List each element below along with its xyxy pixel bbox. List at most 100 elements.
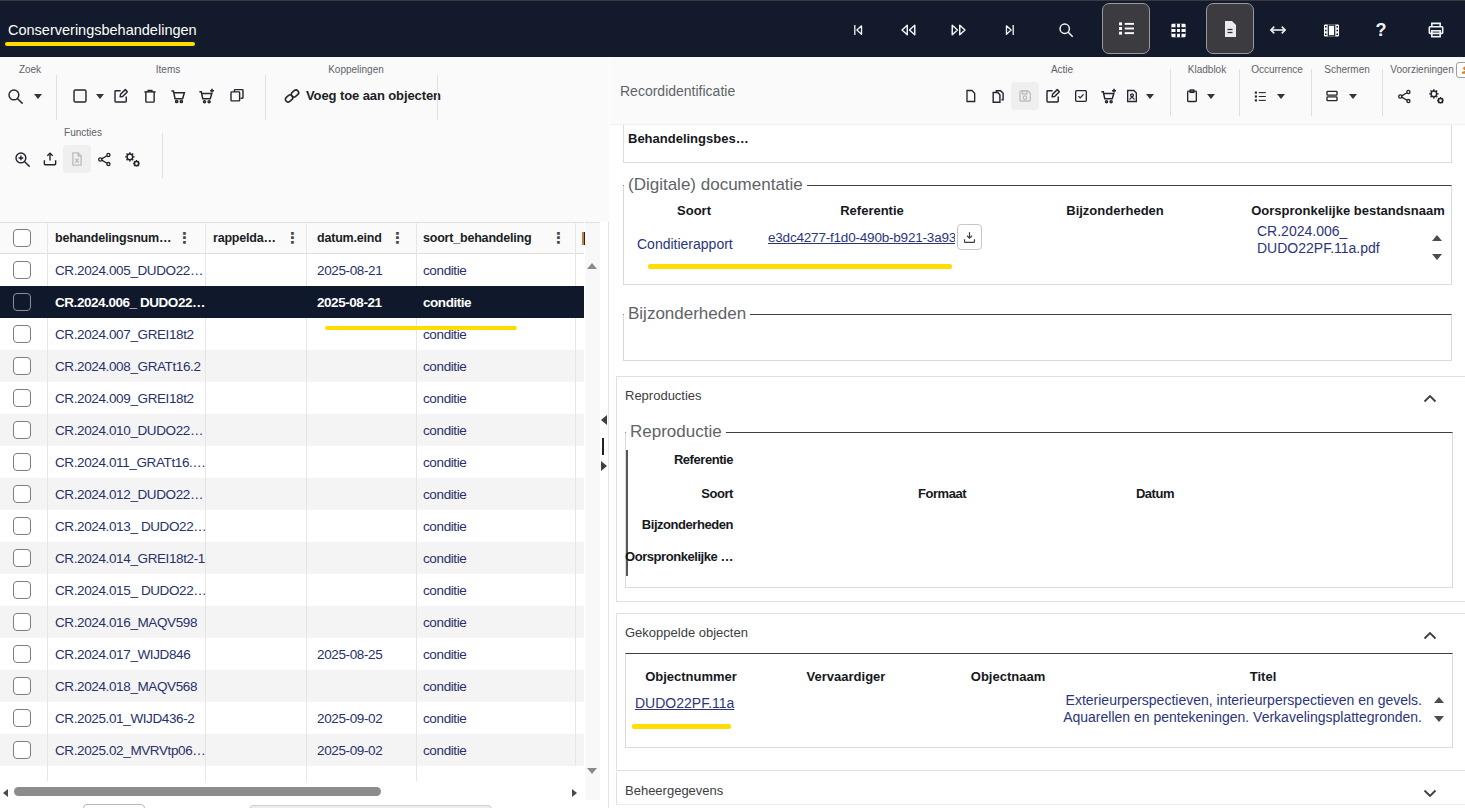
cell-datum-eind[interactable] (306, 318, 416, 350)
cell-soort-behandeling[interactable]: conditie (416, 510, 575, 542)
share-button[interactable] (90, 145, 118, 173)
cell-rappeldatum[interactable] (205, 382, 306, 414)
column-header-soort-behandeling[interactable]: soort_behandeling⋮ (416, 223, 575, 253)
cell-datum-eind[interactable] (306, 382, 416, 414)
table-row[interactable]: CR.2024.007_GREI18t2 conditie (0, 318, 584, 350)
row-checkbox[interactable] (13, 421, 31, 439)
column-menu-icon[interactable]: ⋮ (177, 231, 192, 246)
occurrence-down-arrow[interactable] (1432, 254, 1442, 260)
cell-soort-behandeling[interactable]: conditie (416, 446, 575, 478)
zoom-in-button[interactable] (8, 145, 36, 173)
cell-soort-behandeling[interactable]: conditie (416, 542, 575, 574)
table-row[interactable]: CR.2024.013_ DUDO22… conditie (0, 510, 584, 542)
table-row[interactable]: CR.2024.009_GREI18t2 conditie (0, 382, 584, 414)
cell-datum-eind[interactable]: 2025-09-02 (306, 702, 416, 734)
chevron-up-icon[interactable] (1423, 389, 1437, 407)
doc-value-soort[interactable]: Conditierapport (637, 236, 733, 252)
cell-rappeldatum[interactable] (205, 286, 306, 318)
search-options-dropdown[interactable] (24, 82, 52, 110)
cell-rappeldatum[interactable] (205, 734, 306, 766)
occurrence-up-arrow[interactable] (1434, 697, 1444, 703)
table-view-button[interactable] (1155, 7, 1201, 53)
column-menu-icon[interactable]: ⋮ (285, 231, 300, 246)
skip-first-record-button[interactable] (835, 7, 881, 53)
doc-value-bestandsnaam[interactable]: CR.2024.006_ DUDO22PF.11a.pdf (1257, 223, 1380, 257)
cell-datum-eind[interactable] (306, 606, 416, 638)
section-header[interactable]: Reproducties (617, 377, 1465, 413)
cell-behandelingsnummer[interactable]: CR.2024.014_GREI18t2-1 (47, 542, 205, 574)
occurrence-options-dropdown[interactable] (1267, 82, 1295, 110)
table-row[interactable]: CR.2024.010_DUDO22… conditie (0, 414, 584, 446)
cell-rappeldatum[interactable] (205, 254, 306, 286)
object-number-link[interactable]: DUDO22PF.11a (635, 695, 734, 711)
table-row[interactable]: CR.2024.005_DUDO22… 2025-08-21 conditie (0, 254, 584, 286)
screens-options-dropdown[interactable] (1339, 82, 1367, 110)
add-to-objects-button[interactable] (278, 82, 306, 110)
horizontal-scrollbar[interactable] (0, 783, 585, 803)
print-button[interactable] (1413, 7, 1459, 53)
column-menu-icon[interactable]: ⋮ (390, 231, 405, 246)
column-header-behandelingsnummer[interactable]: behandelingsnum…⋮ (47, 223, 205, 253)
row-checkbox[interactable] (13, 485, 31, 503)
cell-soort-behandeling[interactable]: conditie (416, 670, 575, 702)
cell-behandelingsnummer[interactable]: CR.2024.012_DUDO22… (47, 478, 205, 510)
settings-button[interactable] (118, 145, 146, 173)
cell-rappeldatum[interactable] (205, 606, 306, 638)
row-checkbox[interactable] (13, 741, 31, 759)
section-header[interactable]: Gekoppelde objecten (617, 614, 1465, 650)
edit-record-button[interactable] (1039, 82, 1067, 110)
row-checkbox[interactable] (13, 517, 31, 535)
skip-last-record-button[interactable] (987, 7, 1033, 53)
cell-behandelingsnummer[interactable]: CR.2024.007_GREI18t2 (47, 318, 205, 350)
table-row[interactable]: CR.2024.012_DUDO22… conditie (0, 478, 584, 510)
new-record-button[interactable] (957, 82, 985, 110)
delete-record-button[interactable] (136, 82, 164, 110)
table-row[interactable]: CR.2024.006_ DUDO22… 2025-08-21 conditie (0, 286, 584, 318)
cell-behandelingsnummer[interactable]: CR.2024.008_GRATt16.2 (47, 350, 205, 382)
cell-rappeldatum[interactable] (205, 446, 306, 478)
table-row[interactable]: CR.2025.01_WIJD436-2 2025-09-02 conditie (0, 702, 584, 734)
cell-datum-eind[interactable]: 2025-09-02 (306, 734, 416, 766)
cell-datum-eind[interactable] (306, 478, 416, 510)
table-row[interactable]: CR.2025.02_MVRVtp06… 2025-09-02 conditie (0, 734, 584, 766)
cell-soort-behandeling[interactable]: conditie (416, 350, 575, 382)
cell-datum-eind[interactable] (306, 670, 416, 702)
select-all-checkbox[interactable] (13, 229, 31, 247)
row-checkbox[interactable] (13, 581, 31, 599)
cell-behandelingsnummer[interactable]: CR.2024.010_DUDO22… (47, 414, 205, 446)
cell-datum-eind[interactable]: 2025-08-25 (306, 638, 416, 670)
document-view-button[interactable] (1206, 3, 1254, 54)
media-view-button[interactable] (1308, 7, 1354, 53)
cell-soort-behandeling[interactable]: conditie (416, 574, 575, 606)
cell-soort-behandeling[interactable]: conditie (416, 254, 575, 286)
row-checkbox[interactable] (13, 325, 31, 343)
cell-behandelingsnummer[interactable]: CR.2024.005_DUDO22… (47, 254, 205, 286)
copy-record-button[interactable] (223, 82, 251, 110)
detail-tab-title[interactable]: Recordidentificatie (620, 83, 735, 99)
cell-behandelingsnummer[interactable]: CR.2024.015_ DUDO22… (47, 574, 205, 606)
splitter-collapse-arrow[interactable] (601, 415, 607, 425)
scrollbar-thumb[interactable] (14, 787, 381, 796)
cell-behandelingsnummer[interactable]: CR.2025.01_WIJD436-2 (47, 702, 205, 734)
table-row[interactable]: CR.2024.018_MAQV568 conditie (0, 670, 584, 702)
cell-soort-behandeling[interactable]: conditie (416, 606, 575, 638)
vertical-scrollbar[interactable] (585, 222, 600, 800)
cell-datum-eind[interactable] (306, 542, 416, 574)
export-button[interactable] (36, 145, 64, 173)
cell-behandelingsnummer[interactable]: CR.2024.013_ DUDO22… (47, 510, 205, 542)
list-view-button[interactable] (1102, 3, 1150, 54)
scroll-right-arrow[interactable] (572, 789, 577, 797)
document-options-dropdown[interactable] (1136, 82, 1164, 110)
cell-soort-behandeling[interactable]: conditie (416, 734, 575, 766)
cell-soort-behandeling[interactable]: conditie (416, 318, 575, 350)
table-row[interactable]: CR.2024.008_GRATt16.2 conditie (0, 350, 584, 382)
tasks-button[interactable] (1067, 82, 1095, 110)
occurrence-down-arrow[interactable] (1434, 716, 1444, 722)
cell-rappeldatum[interactable] (205, 478, 306, 510)
chevron-up-icon[interactable] (1423, 626, 1437, 644)
chevron-down-icon[interactable] (1423, 784, 1437, 802)
cart-add-button[interactable] (192, 82, 220, 110)
cell-behandelingsnummer[interactable]: CR.2024.006_ DUDO22… (47, 286, 205, 318)
help-button[interactable]: ? (1358, 7, 1404, 53)
add-to-objects-label[interactable]: Voeg toe aan objecten (306, 88, 441, 103)
